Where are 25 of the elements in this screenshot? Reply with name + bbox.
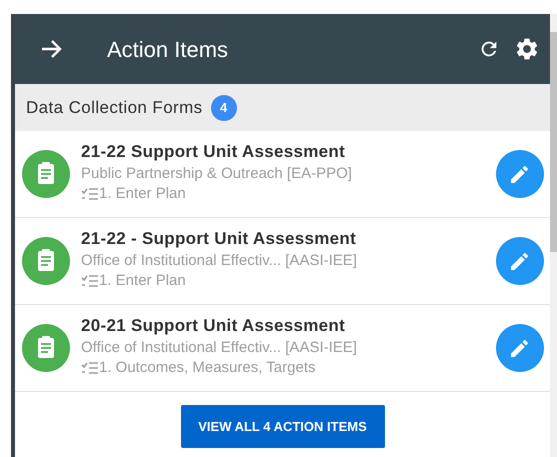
clipboard-icon [22, 150, 70, 198]
edit-icon[interactable] [496, 237, 544, 285]
item-title[interactable]: 20-21 Support Unit Assessment [81, 315, 496, 337]
checklist-icon [81, 274, 99, 288]
unit-name: Public Partnership & Outreach [EA-PPO] [81, 164, 353, 184]
header-title: Action Items [107, 36, 228, 64]
count-badge: 4 [210, 94, 237, 120]
step-label: 1. Enter Plan [99, 184, 186, 204]
settings-icon[interactable] [514, 36, 540, 62]
checklist-icon [81, 187, 99, 201]
unit-name: Office of Institutional Effectiv... [AASI-IEE] [81, 338, 358, 358]
edit-icon[interactable] [496, 324, 544, 372]
clipboard-icon [22, 237, 70, 285]
item-title[interactable]: 21-22 - Support Unit Assessment [81, 228, 496, 250]
checklist-icon [81, 361, 99, 375]
view-all-button[interactable]: VIEW ALL 4 ACTION ITEMS [180, 405, 384, 448]
scrollbar[interactable] [550, 14, 557, 457]
edit-icon[interactable] [496, 150, 544, 198]
step-label: 1. Outcomes, Measures, Targets [99, 358, 316, 378]
step-label: 1. Enter Plan [99, 271, 186, 291]
unit-name: Office of Institutional Effectiv... [AASI-IEE] [81, 251, 358, 271]
clipboard-icon [22, 324, 70, 372]
arrow-right-icon[interactable] [41, 39, 63, 59]
section-title: Data Collection Forms [26, 96, 203, 119]
item-title[interactable]: 21-22 Support Unit Assessment [81, 141, 496, 163]
